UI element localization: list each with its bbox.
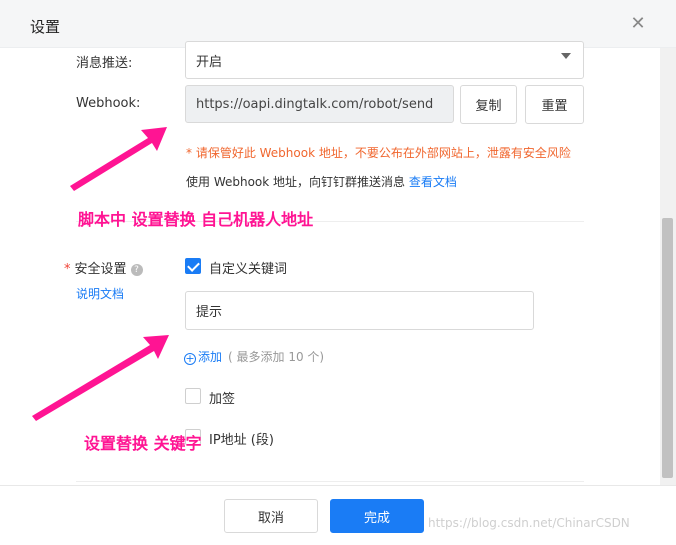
chevron-down-icon bbox=[561, 53, 571, 59]
scrollbar-thumb[interactable] bbox=[662, 218, 673, 478]
dialog-title: 设置 bbox=[30, 18, 61, 36]
webhook-warning: * 请保管好此 Webhook 地址，不要公布在外部网站上，泄露有安全风险 bbox=[186, 146, 571, 160]
sign-checkbox[interactable] bbox=[185, 388, 201, 404]
sign-label: 加签 bbox=[209, 392, 236, 407]
webhook-value: https://oapi.dingtalk.com/robot/send bbox=[196, 96, 434, 112]
help-icon[interactable]: ? bbox=[130, 264, 143, 276]
add-circle-icon: + bbox=[184, 352, 196, 365]
copy-button[interactable]: 复制 bbox=[460, 85, 517, 124]
webhook-hint-text: 使用 Webhook 地址，向钉钉群推送消息 bbox=[186, 175, 406, 189]
arrow-to-webhook bbox=[70, 127, 167, 191]
add-limit-note: ( 最多添加 10 个) bbox=[228, 350, 325, 364]
add-keyword-row[interactable]: + 添加 ( 最多添加 10 个) bbox=[184, 348, 324, 365]
keyword-annotation: 设置替换 关键字 bbox=[84, 434, 202, 453]
webhook-field[interactable]: https://oapi.dingtalk.com/robot/send bbox=[185, 85, 454, 123]
cancel-button[interactable]: 取消 bbox=[224, 499, 318, 533]
security-doc-link[interactable]: 说明文档 bbox=[76, 285, 124, 302]
keyword-label: 自定义关键词 bbox=[209, 262, 288, 277]
security-label-row: * 安全设置? bbox=[64, 258, 143, 277]
webhook-label: Webhook: bbox=[76, 96, 141, 111]
arrow-to-keyword bbox=[32, 335, 169, 421]
required-mark: * bbox=[64, 262, 71, 277]
reset-button[interactable]: 重置 bbox=[525, 85, 584, 124]
watermark: https://blog.csdn.net/ChinarCSDN bbox=[428, 516, 630, 530]
keyword-checkbox[interactable] bbox=[185, 258, 201, 274]
close-icon[interactable]: ✕ bbox=[628, 14, 648, 34]
keyword-input[interactable]: 提示 bbox=[185, 291, 534, 330]
bottom-divider bbox=[76, 481, 584, 482]
webhook-annotation: 脚本中 设置替换 自己机器人地址 bbox=[78, 210, 314, 229]
push-select-value: 开启 bbox=[196, 54, 223, 70]
add-keyword-link[interactable]: 添加 bbox=[198, 350, 222, 364]
push-select[interactable]: 开启 bbox=[185, 41, 584, 79]
done-button[interactable]: 完成 bbox=[330, 499, 424, 533]
view-docs-link[interactable]: 查看文档 bbox=[409, 175, 457, 189]
security-label: 安全设置 bbox=[74, 262, 127, 277]
ip-label: IP地址 (段) bbox=[209, 433, 274, 448]
keyword-value: 提示 bbox=[196, 305, 223, 320]
push-label: 消息推送: bbox=[76, 56, 133, 71]
webhook-hint: 使用 Webhook 地址，向钉钉群推送消息 查看文档 bbox=[186, 173, 457, 190]
